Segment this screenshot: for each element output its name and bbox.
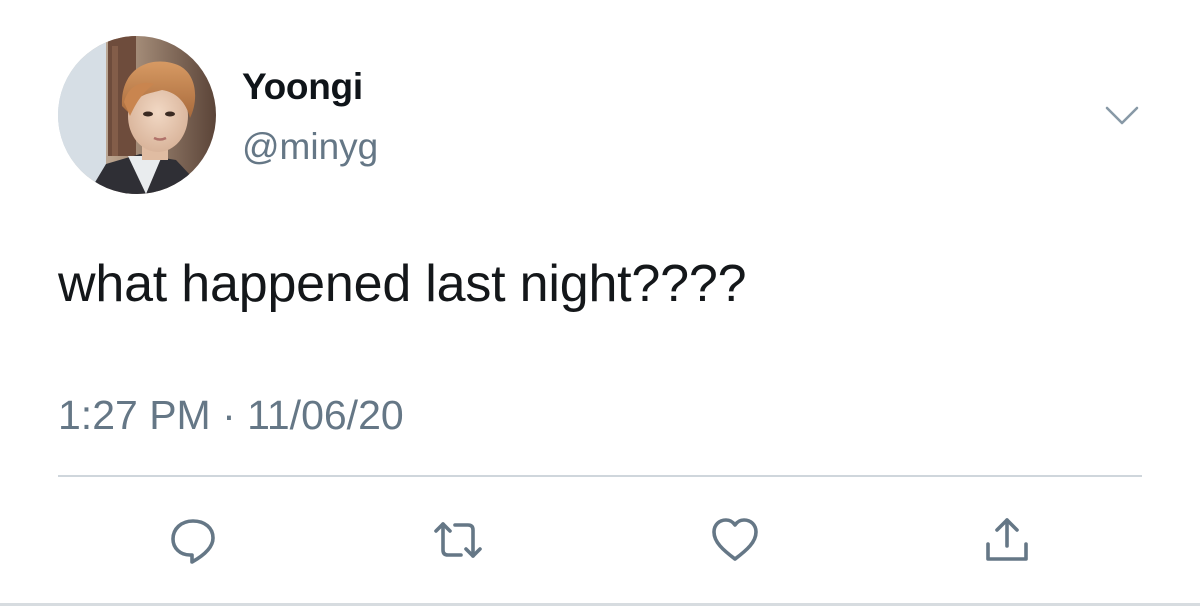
display-name[interactable]: Yoongi [242,66,363,108]
avatar[interactable] [58,36,216,194]
like-button[interactable] [700,505,770,575]
tweet-card: Yoongi @minyg what happened last night??… [0,0,1200,606]
heart-icon [707,512,763,568]
chevron-down-icon[interactable] [1104,104,1140,128]
reply-icon [165,512,221,568]
share-button[interactable] [972,505,1042,575]
user-handle[interactable]: @minyg [242,126,378,168]
tweet-text: what happened last night???? [58,255,747,313]
share-icon [979,512,1035,568]
reply-button[interactable] [158,505,228,575]
tweet-timestamp[interactable]: 1:27 PM · 11/06/20 [58,392,404,439]
retweet-icon [429,512,487,568]
divider [58,475,1142,477]
action-bar [0,505,1200,575]
retweet-button[interactable] [423,505,493,575]
